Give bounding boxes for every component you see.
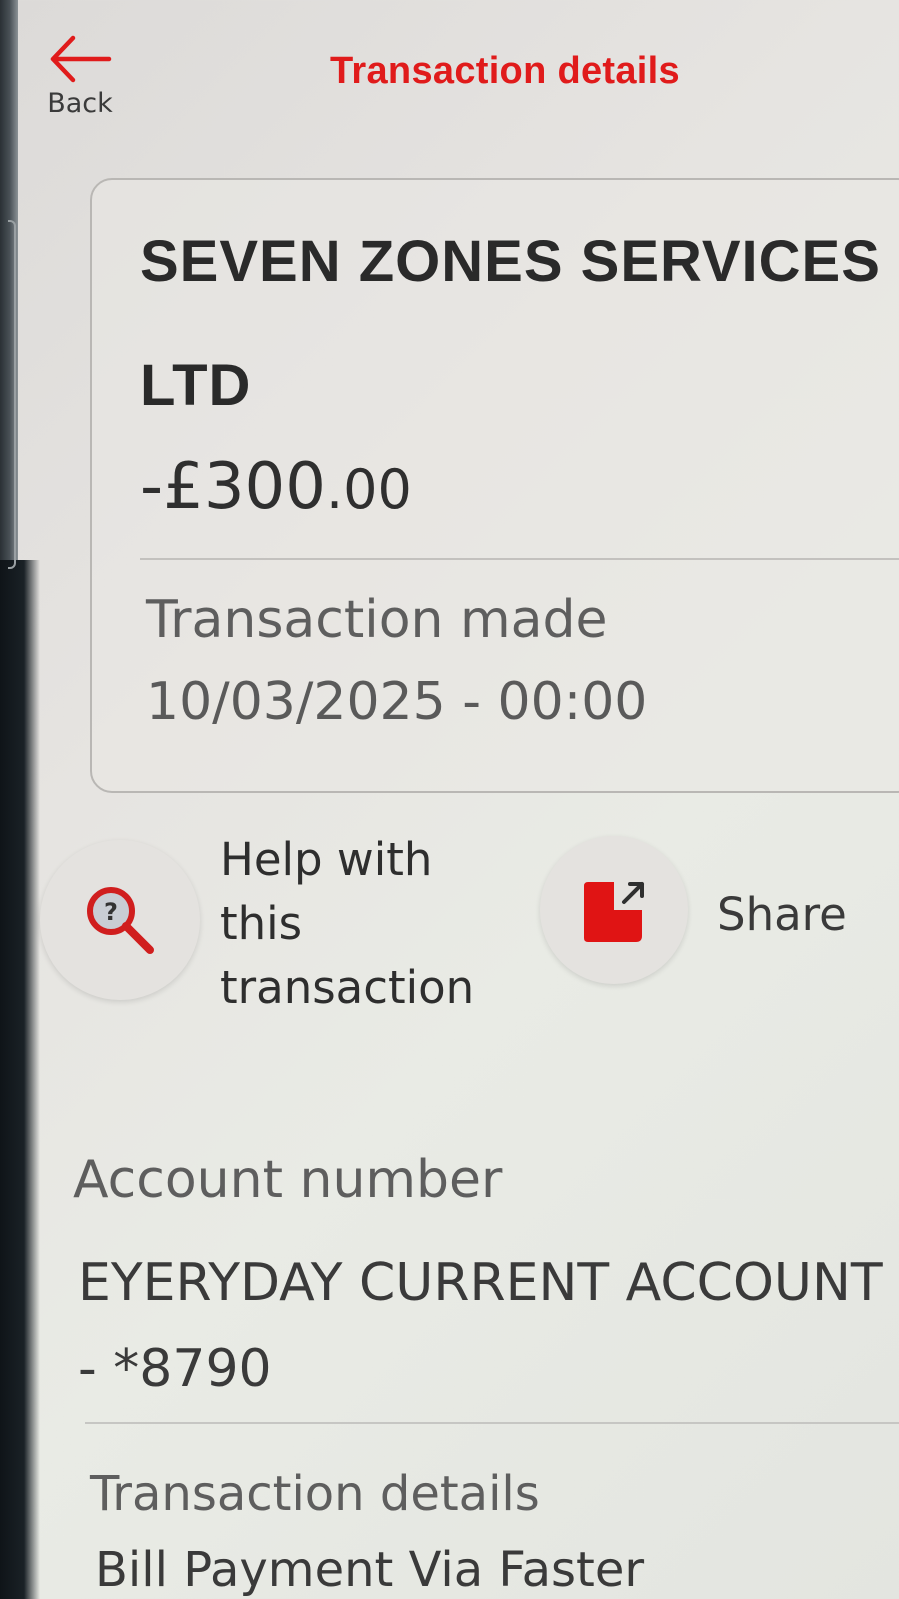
share-label[interactable]: Share bbox=[717, 888, 847, 941]
transaction-amount: -£300.00 bbox=[140, 450, 412, 524]
help-label-line3: transaction bbox=[220, 961, 475, 1014]
help-label-line1: Help with bbox=[220, 833, 433, 886]
amount-main: -£300 bbox=[140, 450, 326, 524]
merchant-name: SEVEN ZONES SERVICES LTD bbox=[140, 200, 899, 448]
help-button[interactable]: ? bbox=[40, 840, 200, 1000]
share-button[interactable] bbox=[540, 836, 688, 984]
amount-pence: .00 bbox=[325, 458, 412, 521]
magnifier-question-icon: ? bbox=[87, 887, 154, 954]
account-value-line1: EYERYDAY CURRENT ACCOUNT bbox=[78, 1253, 883, 1313]
merchant-name-line1: SEVEN ZONES SERVICES bbox=[140, 229, 881, 294]
back-button[interactable]: Back bbox=[40, 32, 120, 132]
help-with-transaction-label[interactable]: Help with this transaction bbox=[220, 828, 520, 1020]
account-number-value: EYERYDAY CURRENT ACCOUNT - *8790 bbox=[78, 1240, 899, 1412]
back-arrow-icon bbox=[50, 35, 112, 83]
bezel-line bbox=[8, 220, 16, 569]
help-label-line2: this bbox=[220, 897, 303, 950]
phone-edge-shadow bbox=[0, 560, 40, 1599]
transaction-summary-card: SEVEN ZONES SERVICES LTD -£300.00 Transa… bbox=[90, 178, 899, 793]
transaction-made-label: Transaction made bbox=[146, 590, 608, 650]
account-value-line2: - *8790 bbox=[78, 1339, 272, 1399]
transaction-made-value: 10/03/2025 - 00:00 bbox=[146, 672, 648, 732]
section-divider bbox=[85, 1422, 899, 1424]
account-number-label: Account number bbox=[73, 1150, 503, 1210]
back-label: Back bbox=[47, 88, 113, 119]
transaction-details-value: Bill Payment Via Faster bbox=[95, 1542, 645, 1598]
svg-text:?: ? bbox=[104, 898, 118, 926]
page-title: Transaction details bbox=[330, 50, 680, 92]
merchant-name-line2: LTD bbox=[140, 353, 252, 418]
card-divider bbox=[140, 558, 899, 560]
share-icon bbox=[584, 882, 644, 942]
transaction-details-label: Transaction details bbox=[90, 1466, 540, 1522]
